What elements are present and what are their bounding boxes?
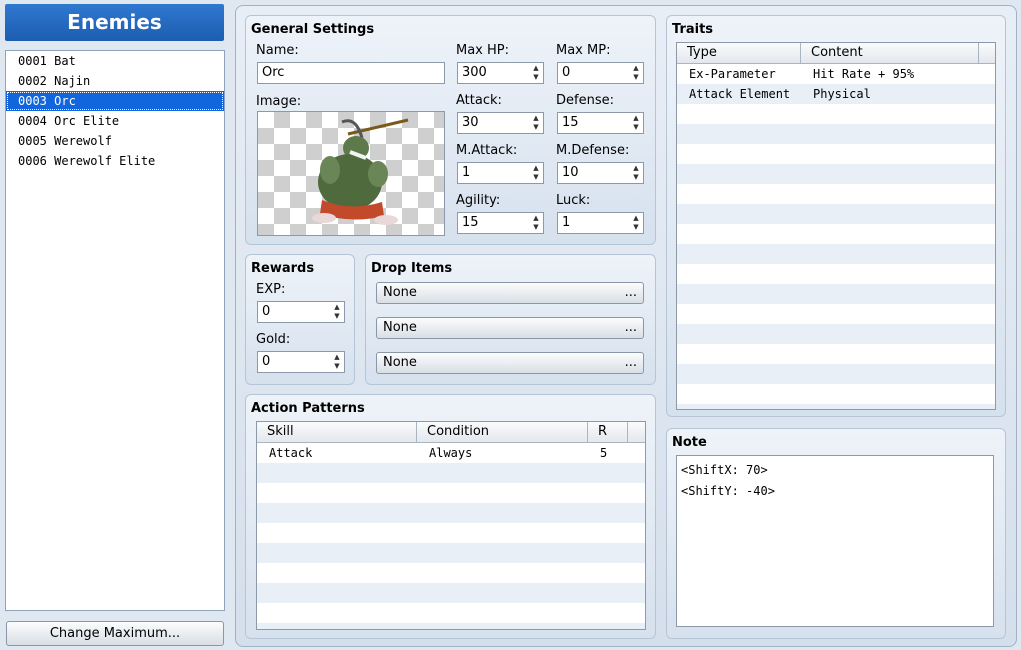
column-header-r[interactable]: R <box>588 422 628 442</box>
agility-label: Agility: <box>456 193 501 208</box>
enemy-image-picker[interactable] <box>257 111 445 236</box>
enemy-editor-frame: General Settings Name: Orc Image: Max HP… <box>235 5 1017 647</box>
action-patterns-title: Action Patterns <box>251 401 365 416</box>
traits-table[interactable]: Type Content Ex-Parameter Hit Rate + 95%… <box>676 42 996 410</box>
action-patterns-table[interactable]: Skill Condition R Attack Always 5 <box>256 421 646 630</box>
trait-content-cell: Hit Rate + 95% <box>813 67 915 81</box>
drop-item-1-button[interactable]: None... <box>376 282 644 304</box>
name-label: Name: <box>256 43 299 58</box>
traits-body[interactable]: Ex-Parameter Hit Rate + 95% Attack Eleme… <box>677 64 995 409</box>
spinner-arrows-icon[interactable]: ▲ ▼ <box>631 114 641 132</box>
ellipsis-icon: ... <box>624 285 637 300</box>
column-header-condition[interactable]: Condition <box>417 422 588 442</box>
spinner-arrows-icon[interactable]: ▲ ▼ <box>631 164 641 182</box>
drop-items-panel: Drop Items None... None... None... <box>365 254 656 385</box>
trait-content-cell: Physical <box>813 87 871 101</box>
spinner-arrows-icon[interactable]: ▲ ▼ <box>631 214 641 232</box>
enemy-list-item-selected[interactable]: 0003 Orc <box>6 91 224 111</box>
traits-title: Traits <box>672 22 714 37</box>
attack-input[interactable]: 30 ▲ ▼ <box>457 112 544 134</box>
exp-label: EXP: <box>256 282 286 297</box>
attack-label: Attack: <box>456 93 502 108</box>
enemies-title: Enemies <box>5 4 224 41</box>
defense-input[interactable]: 15 ▲ ▼ <box>557 112 644 134</box>
max-mp-label: Max MP: <box>556 43 611 58</box>
action-rating-cell: 5 <box>600 446 608 460</box>
mdefense-input[interactable]: 10 ▲ ▼ <box>557 162 644 184</box>
general-settings-title: General Settings <box>251 22 375 37</box>
note-textarea[interactable]: <ShiftX: 70> <ShiftY: -40> <box>676 455 994 627</box>
agility-input[interactable]: 15 ▲ ▼ <box>457 212 544 234</box>
action-patterns-body[interactable]: Attack Always 5 <box>257 443 645 629</box>
action-condition-cell: Always <box>429 446 473 460</box>
rewards-title: Rewards <box>251 261 315 276</box>
orc-sprite-image <box>312 118 409 225</box>
defense-label: Defense: <box>556 93 614 108</box>
enemy-list-item[interactable]: 0004 Orc Elite <box>6 111 224 131</box>
note-panel: Note <ShiftX: 70> <ShiftY: -40> <box>666 428 1006 639</box>
action-patterns-header: Skill Condition R <box>257 422 645 443</box>
spinner-arrows-icon[interactable]: ▲ ▼ <box>631 64 641 82</box>
spinner-arrows-icon[interactable]: ▲ ▼ <box>531 214 541 232</box>
exp-input[interactable]: 0 ▲ ▼ <box>257 301 345 323</box>
note-line: <ShiftY: -40> <box>681 484 775 498</box>
trait-type-cell: Attack Element <box>689 87 791 101</box>
mdefense-label: M.Defense: <box>556 143 630 158</box>
drop-item-3-button[interactable]: None... <box>376 352 644 374</box>
max-hp-input[interactable]: 300 ▲ ▼ <box>457 62 544 84</box>
note-line: <ShiftX: 70> <box>681 463 768 477</box>
table-row[interactable]: Attack Always 5 <box>257 443 645 463</box>
name-input[interactable]: Orc <box>257 62 445 84</box>
spinner-arrows-icon[interactable]: ▲ ▼ <box>531 164 541 182</box>
ellipsis-icon: ... <box>624 320 637 335</box>
enemy-list-item[interactable]: 0001 Bat <box>6 51 224 71</box>
mattack-label: M.Attack: <box>456 143 518 158</box>
rewards-panel: Rewards EXP: 0 ▲ ▼ Gold: 0 ▲ ▼ <box>245 254 355 385</box>
image-label: Image: <box>256 94 302 109</box>
trait-type-cell: Ex-Parameter <box>689 67 776 81</box>
enemy-list-item[interactable]: 0006 Werewolf Elite <box>6 151 224 171</box>
luck-input[interactable]: 1 ▲ ▼ <box>557 212 644 234</box>
note-title: Note <box>672 435 707 450</box>
enemy-list-item[interactable]: 0002 Najin <box>6 71 224 91</box>
enemy-list-item[interactable]: 0005 Werewolf <box>6 131 224 151</box>
table-row[interactable]: Ex-Parameter Hit Rate + 95% <box>677 64 995 84</box>
traits-panel: Traits Type Content Ex-Parameter Hit Rat… <box>666 15 1006 417</box>
column-header-skill[interactable]: Skill <box>257 422 417 442</box>
drop-item-2-button[interactable]: None... <box>376 317 644 339</box>
spinner-arrows-icon[interactable]: ▲ ▼ <box>531 114 541 132</box>
ellipsis-icon: ... <box>624 355 637 370</box>
action-patterns-panel: Action Patterns Skill Condition R Attack… <box>245 394 656 639</box>
table-row[interactable]: Attack Element Physical <box>677 84 995 104</box>
gold-input[interactable]: 0 ▲ ▼ <box>257 351 345 373</box>
column-header-type[interactable]: Type <box>677 43 801 63</box>
general-settings-panel: General Settings Name: Orc Image: Max HP… <box>245 15 656 245</box>
enemy-list[interactable]: 0001 Bat 0002 Najin 0003 Orc 0004 Orc El… <box>5 50 225 611</box>
spinner-arrows-icon[interactable]: ▲ ▼ <box>531 64 541 82</box>
spinner-arrows-icon[interactable]: ▲ ▼ <box>332 353 342 371</box>
change-maximum-button[interactable]: Change Maximum... <box>6 621 224 646</box>
spinner-arrows-icon[interactable]: ▲ ▼ <box>332 303 342 321</box>
traits-header: Type Content <box>677 43 995 64</box>
max-hp-label: Max HP: <box>456 43 510 58</box>
gold-label: Gold: <box>256 332 291 347</box>
max-mp-input[interactable]: 0 ▲ ▼ <box>557 62 644 84</box>
drop-items-title: Drop Items <box>371 261 453 276</box>
mattack-input[interactable]: 1 ▲ ▼ <box>457 162 544 184</box>
action-skill-cell: Attack <box>269 446 313 460</box>
luck-label: Luck: <box>556 193 591 208</box>
column-header-content[interactable]: Content <box>801 43 979 63</box>
